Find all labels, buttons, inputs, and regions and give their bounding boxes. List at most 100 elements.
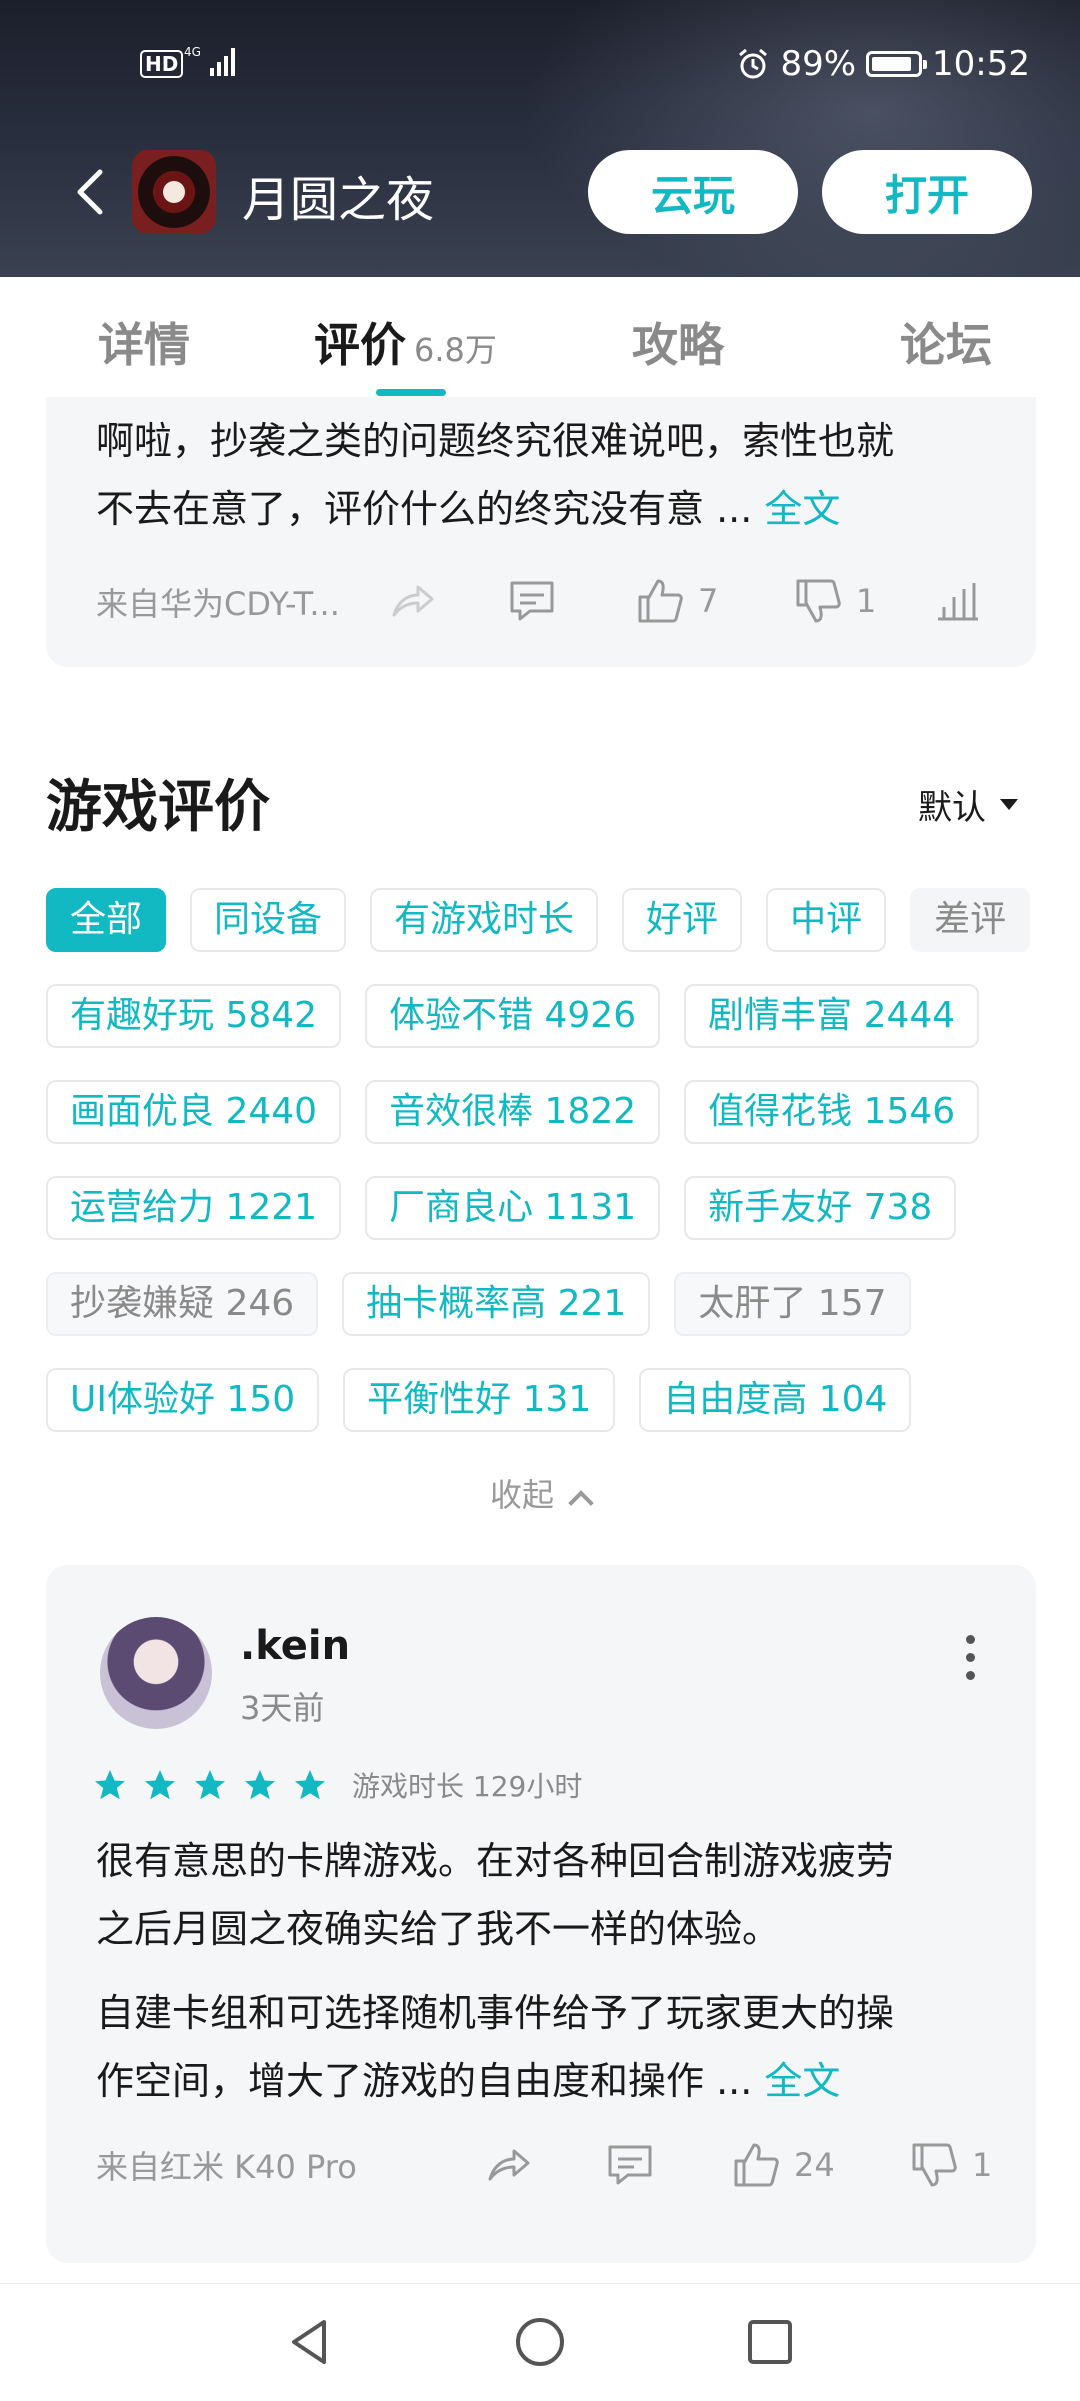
back-arrow-icon[interactable]: [62, 162, 122, 222]
review-text-line: 不去在意了，评价什么的终究没有意 ... 全文: [96, 475, 986, 543]
comment-icon: [510, 581, 554, 621]
open-button[interactable]: 打开: [822, 150, 1032, 234]
review-text-line: 自建卡组和可选择随机事件给予了玩家更大的操: [96, 1991, 895, 2035]
thumbs-up-icon: [734, 2143, 779, 2187]
tab-forum-label: 论坛: [900, 318, 992, 372]
keyword-tag[interactable]: 值得花钱 1546: [684, 1080, 980, 1144]
like-button[interactable]: 24: [730, 2139, 835, 2191]
thumbs-up-icon: [638, 579, 683, 623]
read-more-link[interactable]: 全文: [764, 487, 840, 531]
review-text: 很有意思的卡牌游戏。在对各种回合制游戏疲劳 之后月圆之夜确实给了我不一样的体验。: [96, 1827, 986, 1963]
keyword-tag[interactable]: 自由度高 104: [639, 1368, 912, 1432]
comment-button[interactable]: [604, 2139, 656, 2191]
collapse-tags-button[interactable]: 收起: [0, 1470, 1080, 1516]
nav-back-icon[interactable]: [282, 2314, 338, 2370]
star-icon: [195, 1770, 225, 1800]
star-icon: [145, 1770, 175, 1800]
keyword-tag[interactable]: 运营给力 1221: [46, 1176, 342, 1240]
comment-button[interactable]: [506, 575, 558, 627]
keyword-tag[interactable]: UI体验好 150: [46, 1368, 320, 1432]
signal-icon: 4G: [184, 45, 235, 76]
clock: 10:52: [932, 44, 1030, 84]
battery-icon: [866, 51, 928, 77]
star-rating: 游戏时长 129小时: [92, 1765, 582, 1805]
review-text-line: 作空间，增大了游戏的自由度和操作 ... 全文: [96, 2047, 986, 2115]
tab-guides[interactable]: 攻略: [632, 309, 724, 375]
keyword-tag[interactable]: 抽卡概率高 221: [342, 1272, 651, 1336]
keyword-tag[interactable]: 厂商良心 1131: [365, 1176, 661, 1240]
tab-reviews[interactable]: 评价 6.8万: [314, 309, 497, 375]
like-button[interactable]: 7: [634, 575, 718, 627]
tab-details[interactable]: 详情: [98, 309, 190, 375]
sort-dropdown[interactable]: 默认: [918, 780, 1018, 829]
network-type: 4G: [184, 45, 201, 59]
review-text-line: 很有意思的卡牌游戏。在对各种回合制游戏疲劳: [96, 1839, 895, 1883]
share-button[interactable]: [386, 575, 438, 627]
keyword-tag[interactable]: 平衡性好 131: [343, 1368, 616, 1432]
review-text: 啊啦，抄袭之类的问题终究很难说吧，索性也就 不去在意了，评价什么的终究没有意 .…: [96, 407, 986, 543]
bar-chart-icon: [938, 583, 978, 621]
nav-home-icon[interactable]: [512, 2314, 568, 2370]
username[interactable]: .kein: [240, 1623, 350, 1669]
battery-percent: 89%: [780, 44, 857, 84]
comment-icon: [608, 2145, 652, 2185]
dislike-button[interactable]: 1: [792, 575, 876, 627]
playtime: 游戏时长 129小时: [352, 1770, 583, 1803]
keyword-tag[interactable]: 体验不错 4926: [365, 984, 661, 1048]
cloud-play-button[interactable]: 云玩: [588, 150, 798, 234]
hd-indicator: HD: [140, 50, 184, 78]
review-time: 3天前: [240, 1689, 325, 1727]
review-card-previous[interactable]: 啊啦，抄袭之类的问题终究很难说吧，索性也就 不去在意了，评价什么的终究没有意 .…: [46, 397, 1036, 667]
app-icon: [132, 150, 216, 234]
tab-guides-label: 攻略: [632, 318, 724, 372]
keyword-tag[interactable]: 新手友好 738: [684, 1176, 957, 1240]
keyword-tag[interactable]: 音效很棒 1822: [365, 1080, 661, 1144]
keyword-tag[interactable]: 有趣好玩 5842: [46, 984, 342, 1048]
more-options-icon[interactable]: [966, 1635, 976, 1681]
user-avatar[interactable]: [100, 1617, 212, 1729]
review-text-line: 啊啦，抄袭之类的问题终究很难说吧，索性也就: [96, 419, 895, 463]
filter-negative[interactable]: 差评: [910, 888, 1031, 952]
like-count: 7: [698, 582, 719, 620]
filter-all[interactable]: 全部: [46, 888, 167, 952]
review-count: 6.8万: [414, 331, 497, 369]
review-text: 自建卡组和可选择随机事件给予了玩家更大的操 作空间，增大了游戏的自由度和操作 .…: [96, 1979, 986, 2115]
dropdown-arrow-icon: [1000, 799, 1018, 810]
keyword-tag[interactable]: 画面优良 2440: [46, 1080, 342, 1144]
tab-bar: 详情 评价 6.8万 攻略 论坛: [0, 277, 1080, 397]
title-bar: 月圆之夜 云玩 打开: [0, 148, 1080, 238]
filter-neutral[interactable]: 中评: [766, 888, 887, 952]
chevron-up-icon: [568, 1490, 594, 1516]
like-count: 24: [794, 2146, 835, 2184]
tag-row: 抄袭嫌疑 246 抽卡概率高 221 太肝了 157: [46, 1272, 911, 1336]
keyword-tag[interactable]: 剧情丰富 2444: [684, 984, 980, 1048]
read-more-link[interactable]: 全文: [764, 2059, 840, 2103]
filter-positive[interactable]: 好评: [622, 888, 743, 952]
device-label: 来自华为CDY-T...: [96, 585, 340, 623]
filter-same-device[interactable]: 同设备: [190, 888, 347, 952]
star-icon: [295, 1770, 325, 1800]
nav-recents-icon[interactable]: [742, 2314, 798, 2370]
share-icon: [392, 585, 434, 617]
status-bar: HD 4G 89% 10:52: [0, 40, 1080, 90]
tag-row: 有趣好玩 5842 体验不错 4926 剧情丰富 2444: [46, 984, 980, 1048]
review-text-truncated: 作空间，增大了游戏的自由度和操作 ...: [96, 2059, 753, 2103]
thumbs-down-icon: [912, 2143, 957, 2187]
tab-forum[interactable]: 论坛: [900, 309, 992, 375]
review-actions: 来自红米 K40 Pro: [96, 2135, 986, 2195]
device-label: 来自红米 K40 Pro: [96, 2148, 357, 2186]
filter-row: 全部 同设备 有游戏时长 好评 中评 差评: [46, 888, 1031, 952]
dislike-button[interactable]: 1: [908, 2139, 992, 2191]
star-icon: [95, 1770, 125, 1800]
filter-with-playtime[interactable]: 有游戏时长: [370, 888, 599, 952]
share-icon: [488, 2149, 530, 2181]
tab-details-label: 详情: [98, 318, 190, 372]
review-card[interactable]: .kein 3天前 游戏时长 129小时 很有意思的卡牌游戏。在对各种回合制游戏…: [46, 1565, 1036, 2263]
sort-label: 默认: [918, 788, 986, 828]
keyword-tag-negative[interactable]: 抄袭嫌疑 246: [46, 1272, 319, 1336]
keyword-tag-negative[interactable]: 太肝了 157: [674, 1272, 911, 1336]
review-text-line: 之后月圆之夜确实给了我不一样的体验。: [96, 1907, 781, 1951]
status-right: 89% 10:52: [736, 44, 1030, 84]
share-button[interactable]: [482, 2139, 534, 2191]
stats-button[interactable]: [932, 575, 984, 627]
